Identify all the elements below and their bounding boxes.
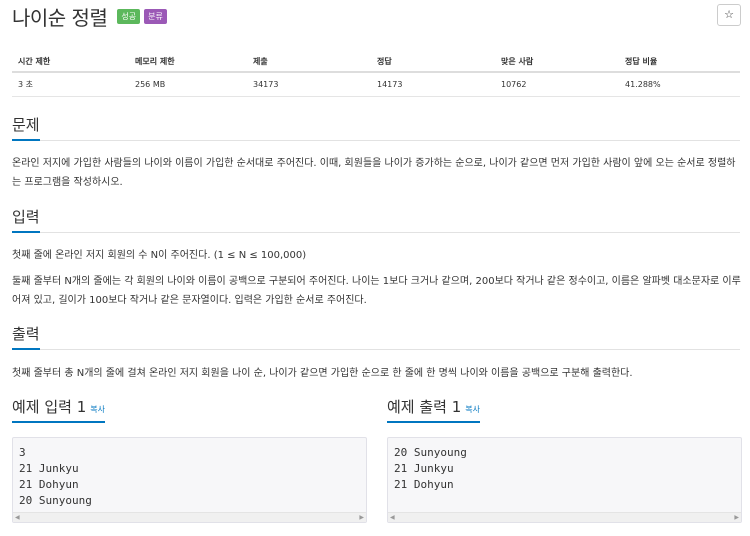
scroll-left-icon[interactable]: ◀ bbox=[15, 514, 20, 521]
problem-heading: 문제 bbox=[12, 113, 40, 141]
header-accept-ratio: 정답 비율 bbox=[619, 52, 740, 73]
sample-output-text[interactable]: 20 Sunyoung 21 Junkyu 21 Dohyun bbox=[388, 438, 741, 493]
table-header-row: 시간 제한 메모리 제한 제출 정답 맞은 사람 정답 비율 bbox=[12, 52, 740, 73]
sample-output-heading: 예제 출력 1 복사 bbox=[387, 395, 481, 423]
sample-output-header: 예제 출력 1 복사 bbox=[387, 395, 741, 423]
header-solvers: 맞은 사람 bbox=[495, 52, 619, 73]
submissions-value: 34173 bbox=[247, 72, 371, 97]
problem-description: 온라인 저지에 가입한 사람들의 나이와 이름이 가입한 순서대로 주어진다. … bbox=[12, 158, 736, 188]
copy-output-button[interactable]: 복사 bbox=[465, 405, 480, 414]
solvers-value: 10762 bbox=[495, 72, 619, 97]
header-submissions: 제출 bbox=[247, 52, 371, 73]
table-row: 3 초 256 MB 34173 14173 10762 41.288% bbox=[12, 72, 740, 97]
sample-output-title: 예제 출력 1 bbox=[387, 398, 462, 416]
input-description-2: 둘째 줄부터 N개의 줄에는 각 회원의 나이와 이름이 공백으로 구분되어 주… bbox=[12, 276, 741, 306]
copy-input-button[interactable]: 복사 bbox=[90, 405, 105, 414]
input-section-header: 입력 bbox=[12, 205, 740, 233]
input-description-1: 첫째 줄에 온라인 저지 회원의 수 N이 주어진다. (1 ≤ N ≤ 100… bbox=[12, 250, 307, 261]
sample-input-header: 예제 입력 1 복사 bbox=[12, 395, 366, 423]
output-section-header: 출력 bbox=[12, 322, 740, 350]
sample-input-heading: 예제 입력 1 복사 bbox=[12, 395, 106, 423]
sample-input-title: 예제 입력 1 bbox=[12, 398, 87, 416]
input-heading: 입력 bbox=[12, 205, 40, 233]
title-row: 나이순 정렬 성공 분류 bbox=[12, 2, 167, 30]
problem-section-header: 문제 bbox=[12, 113, 740, 141]
header-time-limit: 시간 제한 bbox=[12, 52, 129, 73]
sample-input-scrollbar[interactable]: ◀ ▶ bbox=[13, 512, 366, 522]
scroll-right-icon[interactable]: ▶ bbox=[734, 514, 739, 521]
sample-output-scrollbar[interactable]: ◀ ▶ bbox=[388, 512, 741, 522]
accept-ratio-value: 41.288% bbox=[619, 72, 740, 97]
problem-info-table: 시간 제한 메모리 제한 제출 정답 맞은 사람 정답 비율 3 초 256 M… bbox=[12, 52, 740, 97]
star-button[interactable]: ☆ bbox=[717, 4, 741, 26]
page-title: 나이순 정렬 bbox=[12, 5, 108, 30]
solved-badge[interactable]: 성공 bbox=[117, 8, 141, 24]
memory-limit-value: 256 MB bbox=[129, 72, 247, 97]
scroll-right-icon[interactable]: ▶ bbox=[359, 514, 364, 521]
sample-output-box[interactable]: 20 Sunyoung 21 Junkyu 21 Dohyun ◀ ▶ bbox=[387, 437, 742, 523]
accepted-value: 14173 bbox=[371, 72, 495, 97]
time-limit-value: 3 초 bbox=[12, 72, 129, 97]
sample-input-box[interactable]: 3 21 Junkyu 21 Dohyun 20 Sunyoung ◀ ▶ bbox=[12, 437, 367, 523]
output-description: 첫째 줄부터 총 N개의 줄에 걸쳐 온라인 저지 회원을 나이 순, 나이가 … bbox=[12, 368, 633, 379]
sample-input-text[interactable]: 3 21 Junkyu 21 Dohyun 20 Sunyoung bbox=[13, 438, 366, 509]
scroll-left-icon[interactable]: ◀ bbox=[390, 514, 395, 521]
header-accepted: 정답 bbox=[371, 52, 495, 73]
category-badge[interactable]: 분류 bbox=[144, 8, 167, 24]
header-memory-limit: 메모리 제한 bbox=[129, 52, 247, 73]
output-heading: 출력 bbox=[12, 322, 40, 350]
